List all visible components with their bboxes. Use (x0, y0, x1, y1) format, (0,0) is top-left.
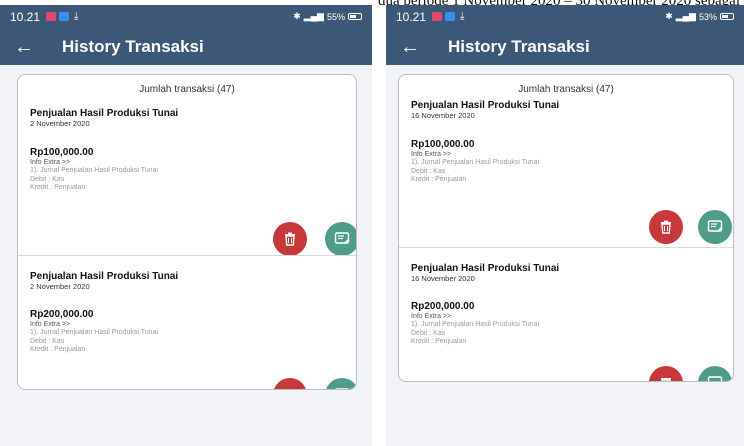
battery-icon (720, 13, 734, 20)
edit-document-icon (335, 388, 349, 389)
item-journal-details: 1). Jurnal Penjualan Hasil Produksi Tuna… (411, 321, 539, 347)
list-item[interactable]: Penjualan Hasil Produksi Tunai 16 Novemb… (399, 247, 733, 381)
arrow-left-icon[interactable]: ← (400, 37, 434, 57)
download-icon: ⤓ (460, 11, 465, 22)
status-bar: 10.21 ⤓ ✱ ▂▄▆ 55% (0, 5, 372, 28)
bluetooth-icon: ✱ (293, 11, 301, 21)
item-amount: Rp200,000.00 (30, 309, 94, 320)
item-title: Penjualan Hasil Produksi Tunai (30, 271, 179, 282)
item-date: 2 November 2020 (30, 282, 90, 291)
edit-button[interactable] (325, 222, 356, 256)
item-date: 16 November 2020 (411, 274, 475, 283)
battery-percent: 55% (326, 11, 345, 22)
info-extra-link[interactable]: Info Extra >> (411, 151, 451, 158)
transaction-list-card: Jumlah transaksi (47) Penjualan Hasil Pr… (17, 74, 357, 390)
edit-button[interactable] (325, 378, 356, 389)
item-title: Penjualan Hasil Produksi Tunai (411, 263, 560, 274)
trash-icon (285, 232, 295, 246)
list-item[interactable]: Penjualan Hasil Produksi Tunai 2 Novembe… (18, 75, 356, 256)
credit-line: Kredit : Penjualan (30, 184, 86, 191)
credit-line: Kredit : Penjualan (30, 346, 86, 353)
info-extra-link[interactable]: Info Extra >> (411, 313, 451, 320)
page-title: History Transaksi (62, 36, 204, 56)
delete-button[interactable] (649, 210, 683, 244)
item-amount: Rp200,000.00 (411, 301, 475, 312)
edit-document-icon (334, 232, 350, 244)
trash-icon (283, 388, 297, 390)
status-bar: 10.21 ⤓ ✱ ▂▄▆ 53% (386, 5, 744, 28)
transaction-list-card: Jumlah transaksi (47) Penjualan Hasil Pr… (398, 74, 734, 382)
bluetooth-icon: ✱ (665, 11, 673, 21)
info-extra-link[interactable]: Info Extra >> (30, 159, 70, 166)
phone-screen-right: 10.21 ⤓ ✱ ▂▄▆ 53% ← History Transaksi Ju… (386, 5, 744, 446)
messenger-icon (445, 12, 456, 21)
item-date: 16 November 2020 (411, 111, 475, 120)
item-title: Penjualan Hasil Produksi Tunai (30, 108, 179, 119)
debit-line: Debit : Kas (30, 175, 65, 183)
credit-line: Kredit : Penjualan (411, 176, 467, 183)
app-bar: ← History Transaksi (0, 28, 372, 65)
item-journal-details: 1). Jurnal Penjualan Hasil Produksi Tuna… (30, 167, 158, 193)
arrow-left-icon[interactable]: ← (14, 37, 48, 57)
item-journal-details: 1). Jurnal Penjualan Hasil Produksi Tuna… (30, 329, 158, 355)
item-amount: Rp100,000.00 (411, 139, 475, 150)
edit-document-icon (707, 376, 723, 381)
list-item[interactable]: Penjualan Hasil Produksi Tunai 16 Novemb… (399, 75, 733, 250)
status-time: 10.21 (10, 9, 41, 24)
journal-line: 1). Jurnal Penjualan Hasil Produksi Tuna… (30, 329, 159, 336)
app-bar: ← History Transaksi (386, 28, 744, 65)
edit-document-icon (707, 220, 723, 232)
notification-icon (46, 12, 57, 21)
journal-line: 1). Jurnal Penjualan Hasil Produksi Tuna… (411, 159, 540, 166)
info-extra-link[interactable]: Info Extra >> (30, 321, 70, 328)
journal-line: 1). Jurnal Penjualan Hasil Produksi Tuna… (30, 167, 159, 174)
debit-line: Debit : Kas (411, 167, 446, 175)
download-icon: ⤓ (74, 11, 79, 22)
notification-icon (432, 12, 443, 21)
phone-screen-left: 10.21 ⤓ ✱ ▂▄▆ 55% ← History Transaksi Ju… (0, 5, 372, 446)
trash-icon (661, 220, 671, 234)
status-time: 10.21 (396, 9, 427, 24)
item-amount: Rp100,000.00 (30, 147, 94, 158)
page-title: History Transaksi (448, 36, 590, 56)
item-title: Penjualan Hasil Produksi Tunai (411, 100, 560, 111)
battery-percent: 53% (698, 11, 717, 22)
signal-icon: ▂▄▆ (303, 11, 324, 21)
trash-icon (661, 378, 671, 381)
credit-line: Kredit : Penjualan (411, 338, 467, 345)
journal-line: 1). Jurnal Penjualan Hasil Produksi Tuna… (411, 321, 540, 328)
list-item[interactable]: Penjualan Hasil Produksi Tunai 2 Novembe… (18, 255, 356, 390)
signal-icon: ▂▄▆ (675, 11, 696, 21)
battery-icon (348, 13, 362, 20)
messenger-icon (59, 12, 70, 21)
edit-button[interactable] (698, 366, 732, 381)
debit-line: Debit : Kas (411, 329, 446, 337)
item-date: 2 November 2020 (30, 119, 90, 128)
edit-button[interactable] (698, 210, 732, 244)
item-journal-details: 1). Jurnal Penjualan Hasil Produksi Tuna… (411, 159, 539, 185)
debit-line: Debit : Kas (30, 337, 65, 345)
delete-button[interactable] (649, 366, 683, 381)
delete-button[interactable] (273, 222, 307, 256)
delete-button[interactable] (273, 378, 307, 390)
